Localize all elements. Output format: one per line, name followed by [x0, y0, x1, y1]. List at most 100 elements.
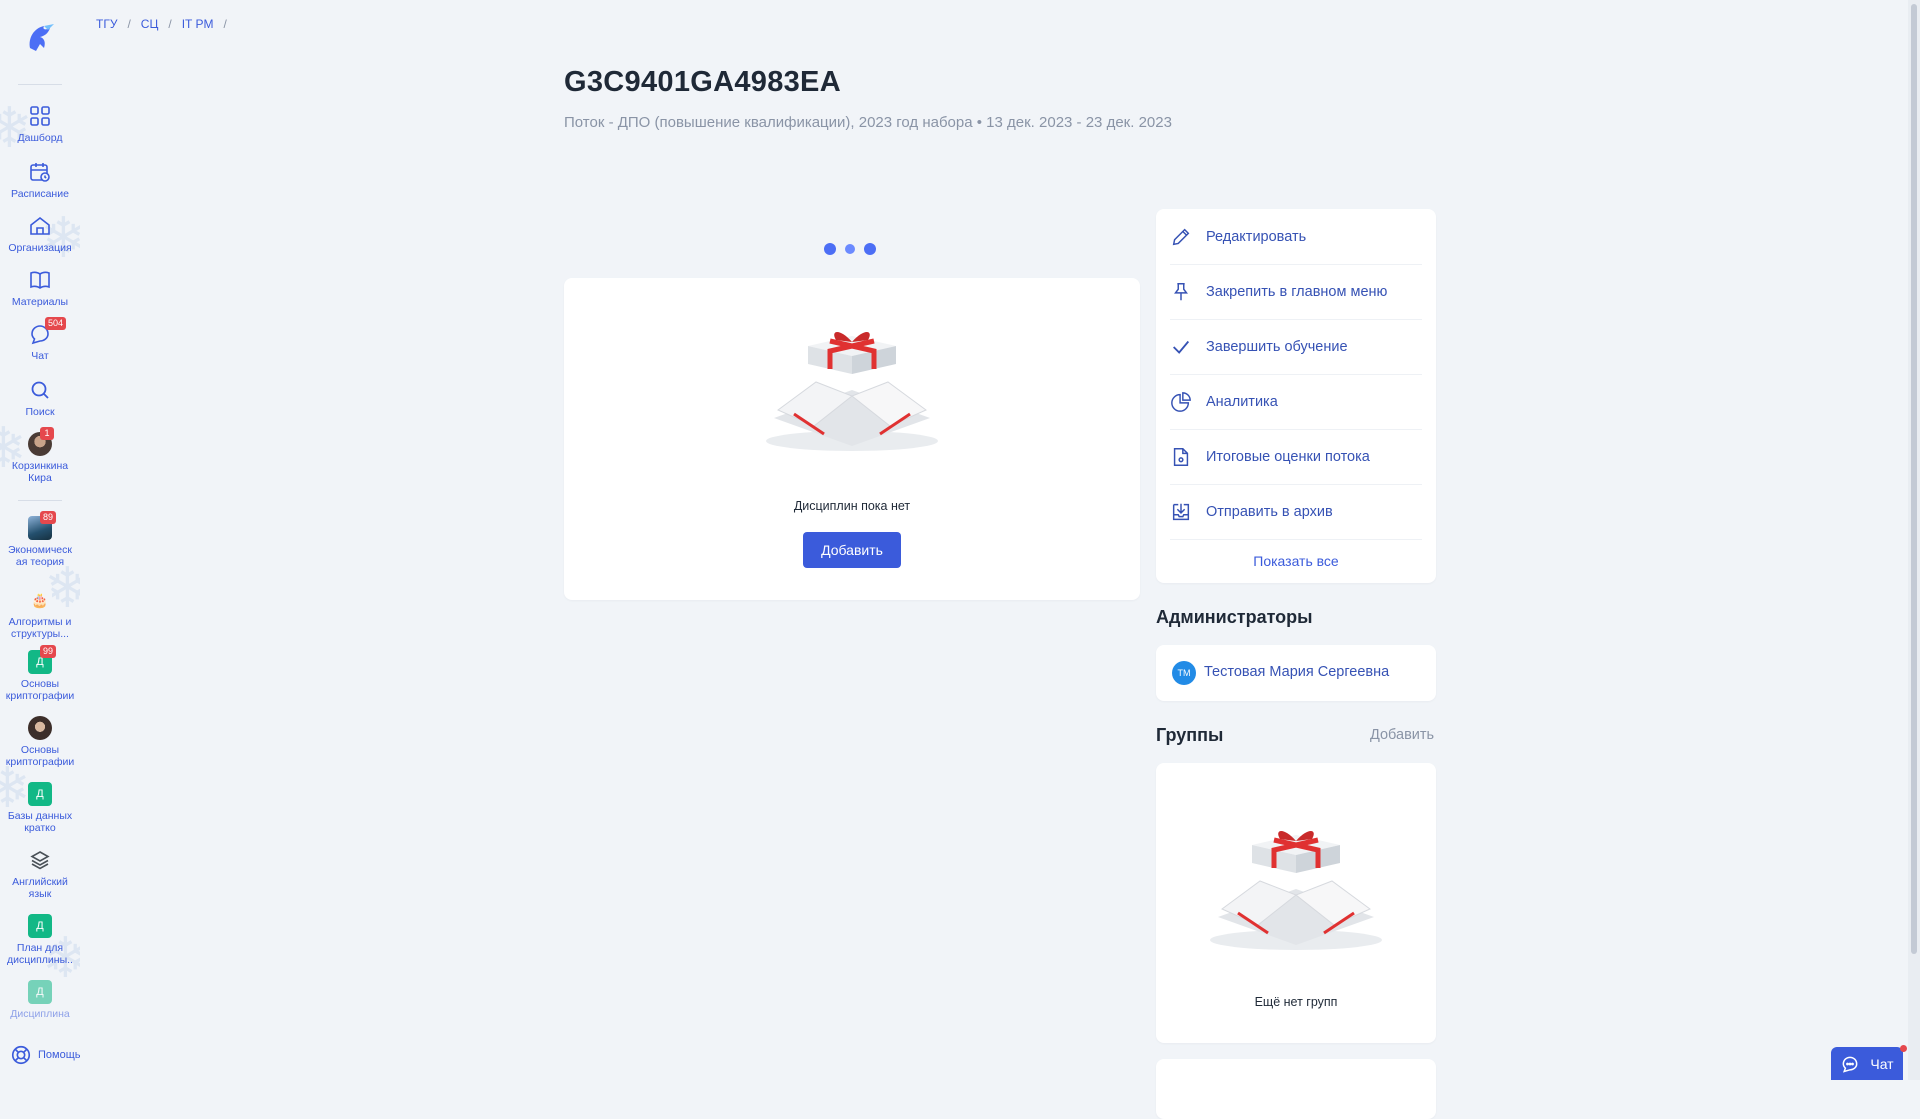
loading-dot — [845, 244, 855, 254]
sidebar-course-item[interactable]: Основы криптографии — [0, 716, 80, 768]
loading-indicator — [824, 243, 876, 255]
sidebar-course-item[interactable]: Английский язык — [0, 848, 80, 900]
course-label: Дисциплина — [10, 1008, 70, 1020]
empty-gift-illustration — [1210, 831, 1382, 950]
sidebar-item-label: Материалы — [11, 296, 69, 308]
sidebar-course-item[interactable]: Д Базы данных кратко — [0, 782, 80, 834]
sidebar-course-item[interactable]: Д Дисциплина — [0, 980, 80, 1020]
user-notification-badge: 1 — [40, 427, 54, 440]
book-icon — [28, 268, 52, 292]
document-icon — [1173, 447, 1189, 466]
chat-widget-button[interactable]: Чат — [1831, 1047, 1903, 1080]
pin-action[interactable]: Закрепить в главном меню — [1170, 264, 1422, 320]
breadcrumb-separator: / — [223, 17, 227, 31]
sidebar-item-label: Организация — [8, 242, 72, 254]
sidebar: ❄ ❄ ❄ ❄ ❄ ❄ Дашборд Расписание Организац… — [0, 0, 80, 1080]
admin-item[interactable]: ТМ Тестовая Мария Сергеевна — [1156, 645, 1436, 701]
next-section-card — [1156, 1059, 1436, 1119]
breadcrumb-item[interactable]: СЦ — [141, 17, 159, 31]
sidebar-item-label: Чат — [31, 350, 49, 362]
sidebar-item-organization[interactable]: Организация — [0, 214, 80, 254]
course-label: Английский язык — [12, 876, 68, 900]
course-label: Основы криптографии — [5, 678, 75, 702]
course-badge: 99 — [40, 645, 57, 658]
sidebar-course-item[interactable]: 89 Экономическ ая теория — [0, 511, 80, 568]
action-label: Отправить в архив — [1206, 503, 1333, 520]
sidebar-item-schedule[interactable]: Расписание — [0, 160, 80, 200]
help-link[interactable]: Помощь — [10, 1044, 80, 1066]
breadcrumb-item[interactable]: IT PM — [182, 17, 214, 31]
sidebar-course-item[interactable]: Д План для дисциплины.. — [0, 914, 80, 966]
unread-dot — [1900, 1045, 1907, 1052]
action-label: Закрепить в главном меню — [1206, 283, 1388, 300]
pie-chart-icon — [1171, 391, 1191, 412]
sidebar-item-label: Поиск — [25, 406, 55, 418]
chat-icon: 504 — [28, 317, 67, 346]
chat-icon — [1842, 1056, 1858, 1073]
avatar: 1 — [28, 427, 54, 456]
scrollbar-thumb[interactable] — [1911, 4, 1917, 954]
final-grades-action[interactable]: Итоговые оценки потока — [1170, 429, 1422, 485]
breadcrumb: ТГУ / СЦ / IT PM / — [96, 17, 237, 31]
dashboard-icon — [28, 104, 52, 128]
course-thumbnail: Д 99 — [28, 645, 57, 674]
empty-gift-illustration — [766, 332, 938, 451]
help-label: Помощь — [38, 1049, 80, 1061]
archive-action[interactable]: Отправить в архив — [1170, 484, 1422, 540]
page-subtitle: Поток - ДПО (повышение квалификации), 20… — [564, 114, 1172, 131]
disciplines-card: Дисциплин пока нет Добавить — [564, 278, 1140, 600]
loading-dot — [824, 243, 836, 255]
finish-training-action[interactable]: Завершить обучение — [1170, 319, 1422, 375]
admins-title: Администраторы — [1156, 607, 1313, 627]
user-name: Корзинкина Кира — [11, 460, 69, 484]
sidebar-course-item[interactable]: Д 99 Основы криптографии — [0, 645, 80, 702]
sidebar-item-label: Дашборд — [17, 132, 63, 144]
pencil-icon — [1172, 228, 1190, 245]
add-discipline-button[interactable]: Добавить — [803, 532, 901, 568]
chat-count-badge: 504 — [45, 317, 67, 330]
edit-action[interactable]: Редактировать — [1170, 209, 1422, 265]
groups-card: Ещё нет групп — [1156, 763, 1436, 1043]
add-group-link[interactable]: Добавить — [1370, 727, 1434, 743]
admin-name: Тестовая Мария Сергеевна — [1204, 664, 1390, 680]
analytics-action[interactable]: Аналитика — [1170, 374, 1422, 430]
course-thumbnail — [28, 716, 52, 740]
app-logo[interactable] — [20, 18, 60, 58]
show-all-link[interactable]: Показать все — [1156, 553, 1436, 569]
course-thumbnail: 89 — [28, 511, 57, 540]
action-label: Аналитика — [1206, 393, 1278, 410]
course-badge: 89 — [40, 511, 57, 524]
sidebar-item-materials[interactable]: Материалы — [0, 268, 80, 308]
sidebar-divider — [18, 84, 62, 85]
page-title: G3C9401GA4983EA — [564, 66, 841, 98]
home-icon — [28, 214, 52, 238]
sidebar-item-user[interactable]: 1 Корзинкина Кира — [0, 427, 80, 484]
groups-title: Группы — [1156, 725, 1224, 745]
sidebar-item-dashboard[interactable]: Дашборд — [0, 104, 80, 144]
course-label: Экономическ ая теория — [8, 544, 72, 568]
course-thumbnail: Д — [28, 914, 52, 938]
course-label: Основы криптографии — [5, 744, 75, 768]
course-thumbnail: Д — [28, 980, 52, 1004]
search-icon — [28, 378, 52, 402]
course-thumbnail: Д — [28, 782, 52, 806]
lifebuoy-icon — [11, 1045, 31, 1065]
layers-icon — [28, 848, 52, 872]
course-label: План для дисциплины.. — [7, 942, 73, 966]
loading-dot — [864, 243, 876, 255]
breadcrumb-separator: / — [168, 17, 172, 31]
calendar-icon — [28, 160, 52, 184]
sidebar-course-item[interactable]: 🎂 Алгоритмы и структуры... — [0, 588, 80, 640]
breadcrumb-item[interactable]: ТГУ — [96, 17, 117, 31]
check-icon — [1173, 340, 1190, 354]
sidebar-item-label: Расписание — [11, 188, 69, 200]
archive-icon — [1172, 503, 1190, 520]
sidebar-item-search[interactable]: Поиск — [0, 378, 80, 418]
actions-card: Редактировать Закрепить в главном меню З… — [1156, 209, 1436, 583]
course-label: Алгоритмы и структуры... — [8, 616, 72, 640]
action-label: Редактировать — [1206, 228, 1307, 245]
sidebar-item-chat[interactable]: 504 Чат — [0, 317, 80, 362]
cake-icon: 🎂 — [28, 588, 52, 612]
avatar: ТМ — [1172, 661, 1196, 685]
breadcrumb-separator: / — [127, 17, 131, 31]
